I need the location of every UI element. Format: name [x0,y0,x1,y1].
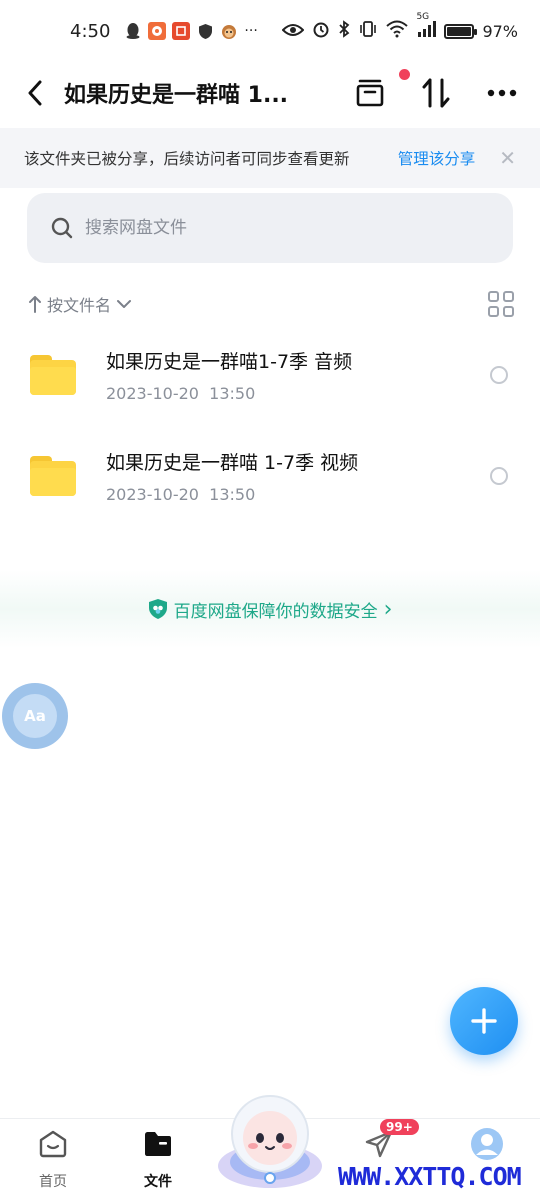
battery-icon [444,23,478,39]
folder-icon [141,1127,175,1161]
file-name: 如果历史是一群喵 1-7季 视频 [106,452,359,474]
share-banner: 该文件夹已被分享，后续访问者可同步查看更新 管理该分享 ✕ [0,128,540,188]
signal-icon: 5G [416,12,437,42]
grid-icon-cell [488,291,499,302]
plus-icon [471,1008,497,1034]
manage-share-link[interactable]: 管理该分享 [398,147,476,169]
qq-icon [124,22,142,40]
nav-item-home[interactable]: 首页 [13,1119,93,1200]
send-icon: 99+ [362,1119,419,1161]
status-app-icons: ··· [124,22,258,40]
grid-icon-cell [488,306,499,317]
data-safety-banner[interactable]: 百度网盘保障你的数据安全 › [0,570,540,648]
translate-label: Aa [24,707,46,725]
mascot-icon[interactable] [216,1090,324,1190]
sort-by-name-button[interactable]: 按文件名 [28,292,132,316]
translate-icon: Aa [13,694,57,738]
folder-icon [30,456,76,496]
file-name: 如果历史是一群喵1-7季 音频 [106,351,353,373]
file-info: 如果历史是一群喵 1-7季 视频 2023-10-20 13:50 [106,448,490,504]
sort-label: 按文件名 [47,296,112,315]
status-more: ··· [244,23,258,39]
more-button[interactable] [484,75,520,111]
select-checkbox[interactable] [490,366,508,384]
grid-icon-cell [503,306,514,317]
vibrate-icon [358,20,378,42]
alarm-icon [312,20,330,42]
watermark-text: WWW.XXTTQ.COM [338,1162,522,1191]
add-button[interactable] [450,987,518,1055]
nav-label: 文件 [144,1174,172,1190]
battery-fill [447,26,471,36]
status-right: 5G 97% [282,12,518,42]
file-row[interactable]: 如果历史是一群喵 1-7季 视频 2023-10-20 13:50 [0,426,540,526]
profile-icon [470,1127,504,1161]
shield-icon [196,22,214,40]
chevron-down-icon [117,300,132,308]
arrow-up-icon [29,296,41,313]
home-icon [36,1127,70,1161]
battery-percent: 97% [482,21,518,41]
grid-view-button[interactable] [488,291,514,317]
search-box[interactable] [27,193,513,263]
back-button[interactable] [20,73,50,113]
shield-check-icon [148,599,167,619]
close-banner-button[interactable]: ✕ [499,146,516,170]
file-row[interactable]: 如果历史是一群喵1-7季 音频 2023-10-20 13:50 [0,325,540,425]
file-info: 如果历史是一群喵1-7季 音频 2023-10-20 13:50 [106,347,490,403]
translate-float-button[interactable]: Aa [2,683,68,749]
notification-badge: 99+ [380,1119,419,1135]
header-actions [352,69,520,111]
chevron-left-icon [28,80,42,106]
network-type: 5G [416,12,430,22]
app-icon [148,22,167,40]
folder-icon [30,355,76,395]
transfer-list-button[interactable] [352,69,410,111]
status-bar: 4:50 ··· 5G 97% [0,0,540,62]
sort-row: 按文件名 [28,286,514,322]
search-input[interactable] [85,218,465,238]
notification-dot [399,69,410,80]
select-checkbox[interactable] [490,467,508,485]
chevron-right-icon: › [383,596,393,622]
monkey-icon [220,22,238,40]
file-date: 2023-10-20 13:50 [106,485,256,504]
status-left: 4:50 ··· [70,21,258,42]
nav-label: 首页 [39,1174,67,1190]
inbox-icon [356,79,384,107]
status-time: 4:50 [70,20,111,42]
grid-icon-cell [503,291,514,302]
header: 如果历史是一群喵 1... [0,62,540,124]
eye-icon [282,22,305,41]
listen-icon [172,22,191,40]
nav-item-files[interactable]: 文件 [118,1119,198,1200]
wifi-icon [386,20,409,42]
bluetooth-icon [338,20,350,42]
page-title: 如果历史是一群喵 1... [64,83,289,108]
more-horizontal-icon [487,89,517,97]
swap-vertical-icon [422,78,450,108]
share-banner-text: 该文件夹已被分享，后续访问者可同步查看更新 [24,150,350,168]
sort-swap-button[interactable] [418,75,454,111]
search-icon [51,217,73,239]
file-date: 2023-10-20 13:50 [106,384,256,403]
safety-text: 百度网盘保障你的数据安全 [173,601,378,622]
